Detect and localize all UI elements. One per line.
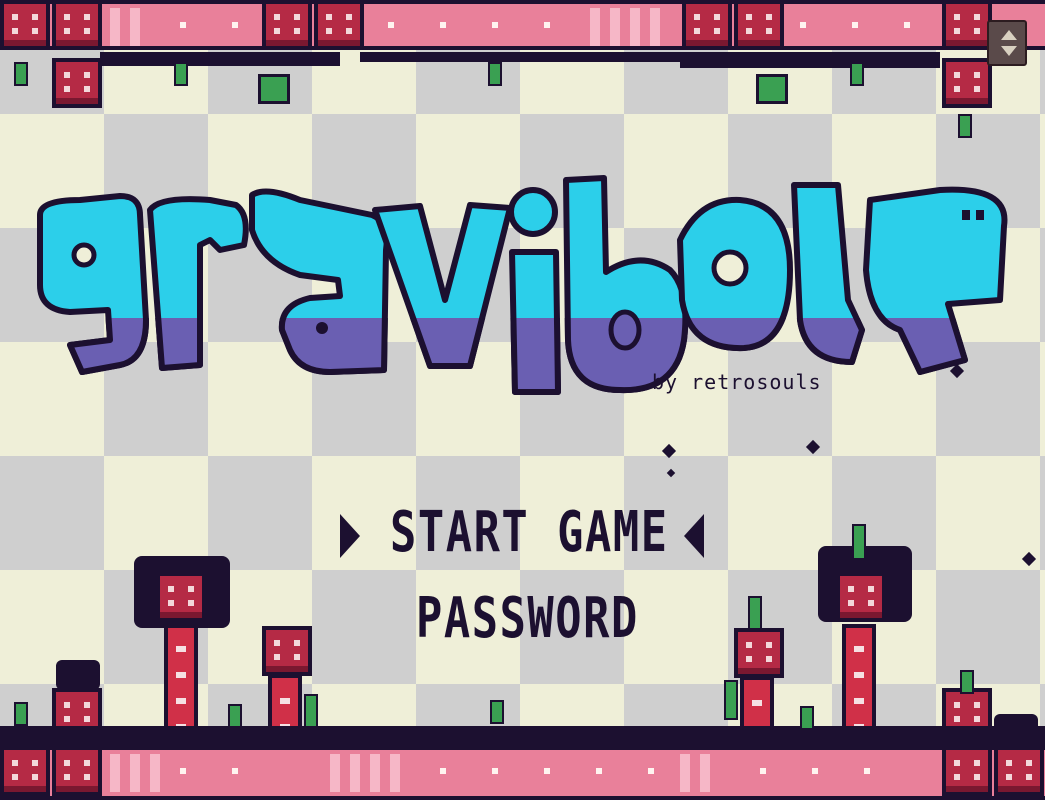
wall-block (942, 746, 992, 796)
wall-block (836, 572, 886, 622)
wall-block (0, 746, 50, 796)
bottom-rail (0, 746, 1045, 800)
wall-block (734, 628, 784, 678)
start-game-button[interactable]: START GAME (390, 500, 669, 565)
wall-block (52, 746, 102, 796)
menu-cursor-right-icon (684, 514, 704, 558)
password-button[interactable]: PASSWORD (416, 586, 639, 651)
game-screen: by retrosouls START GAME PASSWORD (0, 0, 1045, 800)
menu-cursor-left-icon (340, 514, 360, 558)
wall-block (156, 572, 206, 622)
wall-block (994, 746, 1044, 796)
game-logo (37, 175, 1008, 395)
wall-block (262, 626, 312, 676)
developer-credit: by retrosouls (652, 370, 822, 394)
